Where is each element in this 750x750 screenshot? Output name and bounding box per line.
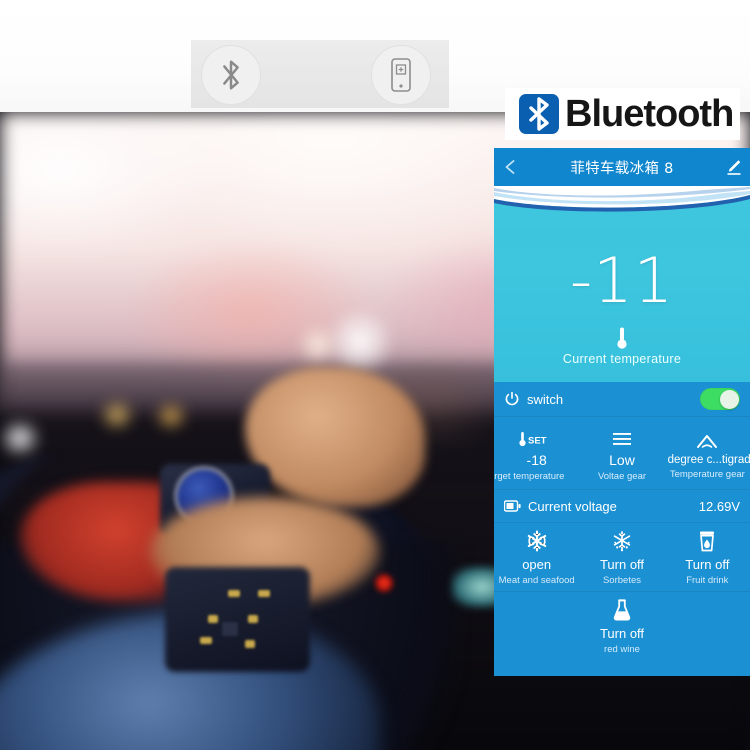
- toggle-knob: [719, 389, 739, 409]
- voltage-gear-caption: Voltae gear: [597, 470, 647, 482]
- mode-sorbetes[interactable]: Turn off Sorbetes: [579, 523, 664, 591]
- temperature-gear-value: degree c...tigrade: [667, 453, 750, 466]
- mode-row-primary: open Meat and seafood Turn off Sorbetes …: [494, 523, 750, 592]
- power-icon: [505, 391, 519, 406]
- mode-sorbetes-state: Turn off: [599, 556, 645, 572]
- phone-app-icon: [391, 58, 411, 92]
- bluetooth-logo-band: Bluetooth: [505, 88, 740, 140]
- promo-phone-app-button[interactable]: [371, 45, 431, 105]
- mode-row-secondary: Turn off red wine: [494, 592, 750, 660]
- set-thermometer-icon: SET: [519, 425, 555, 447]
- power-toggle[interactable]: [700, 388, 740, 410]
- drink-cup-icon: [696, 529, 718, 553]
- chevron-up-icon: [695, 427, 719, 449]
- mode-red-wine[interactable]: Turn off red wine: [578, 592, 665, 660]
- fridge-app-panel: 菲特车载冰箱 8 -11 Current temperature switch …: [494, 148, 750, 676]
- page-title: 菲特车载冰箱 8: [570, 160, 674, 177]
- snowflake-icon: [525, 529, 549, 553]
- temperature-gear-caption: Temperature gear: [669, 468, 745, 480]
- target-temperature-value: -18: [526, 451, 547, 468]
- levels-icon: [611, 425, 633, 447]
- promo-icon-bar: [191, 40, 449, 108]
- edit-button[interactable]: [724, 157, 744, 177]
- target-temperature-caption: arget temperature: [494, 470, 565, 482]
- mode-fruit-drink-state: Turn off: [685, 556, 730, 572]
- flask-icon: [611, 598, 633, 622]
- back-arrow-icon: [505, 160, 515, 174]
- svg-text:SET: SET: [528, 435, 547, 446]
- mode-meat-and-seafood[interactable]: open Meat and seafood: [494, 523, 579, 591]
- target-temperature-cell[interactable]: SET -18 arget temperature: [494, 417, 579, 489]
- current-temperature-hero: -11 Current temperature: [494, 186, 750, 382]
- mode-fruit-drink[interactable]: Turn off Fruit drink: [665, 523, 750, 591]
- promo-faint-text: [150, 0, 500, 10]
- gear-settings-row: SET -18 arget temperature Low Voltae gea…: [494, 417, 750, 490]
- temperature-gear-cell[interactable]: degree c...tigrade Temperature gear: [665, 417, 750, 489]
- bluetooth-icon: [223, 60, 239, 90]
- power-switch-label: switch: [527, 391, 564, 407]
- thermometer-icon: [617, 327, 627, 349]
- app-header: 菲特车载冰箱 8: [494, 148, 750, 186]
- mode-meat-state: open: [522, 556, 552, 572]
- power-switch-row[interactable]: switch: [494, 382, 750, 417]
- pencil-edit-icon: [727, 160, 741, 175]
- current-voltage-value: 12.69V: [698, 498, 740, 514]
- promo-bluetooth-button[interactable]: [201, 45, 261, 105]
- voltage-gear-cell[interactable]: Low Voltae gear: [579, 417, 664, 489]
- current-voltage-label: Current voltage: [528, 498, 617, 514]
- battery-icon: [504, 500, 521, 512]
- mode-sorbetes-caption: Sorbetes: [602, 574, 641, 586]
- current-temperature-label: Current temperature: [562, 352, 682, 366]
- bluetooth-wordmark: Bluetooth: [565, 93, 734, 135]
- water-wave-graphic: [494, 186, 750, 228]
- bluetooth-badge-icon: [519, 94, 559, 134]
- mode-red-wine-state: Turn off: [599, 625, 645, 641]
- hero-thermometer: [494, 326, 750, 350]
- mode-meat-caption: Meat and seafood: [498, 574, 575, 586]
- snow-crystal-icon: [610, 529, 634, 553]
- current-voltage-row: Current voltage 12.69V: [494, 490, 750, 523]
- mode-red-wine-caption: red wine: [604, 643, 640, 655]
- screenshot-root: Bluetooth 菲特车载冰箱 8 -11 Current temperatu…: [0, 0, 750, 750]
- back-button[interactable]: [500, 157, 520, 177]
- voltage-gear-value: Low: [609, 451, 635, 468]
- mode-fruit-drink-caption: Fruit drink: [686, 574, 729, 586]
- current-temperature-value: -11: [569, 244, 675, 317]
